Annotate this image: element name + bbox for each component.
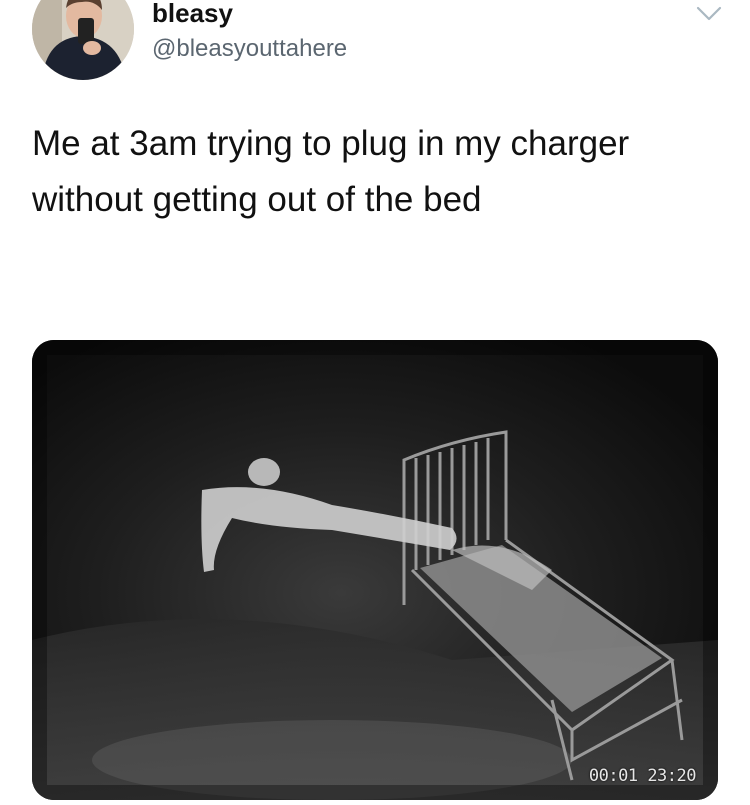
user-handle[interactable]: @bleasyouttahere <box>152 34 347 64</box>
night-vision-photo <box>32 340 718 800</box>
tweet-media-image[interactable]: 00:01 23:20 <box>32 340 718 800</box>
avatar-image <box>32 0 134 80</box>
video-timestamp: 00:01 23:20 <box>588 766 697 786</box>
chevron-down-icon[interactable] <box>694 2 724 24</box>
avatar[interactable] <box>32 0 134 80</box>
display-name[interactable]: bleasy <box>152 0 233 30</box>
tweet-text: Me at 3am trying to plug in my charger w… <box>32 124 630 219</box>
